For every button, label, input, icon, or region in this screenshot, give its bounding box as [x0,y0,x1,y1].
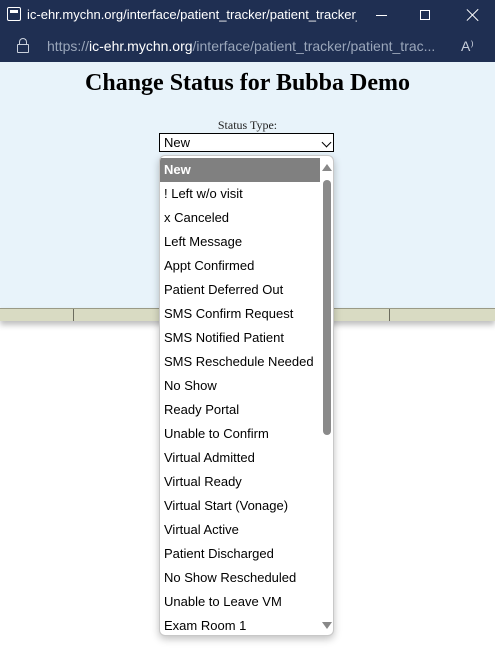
status-type-label: Status Type: [217,118,278,132]
url-path: /interface/patient_tracker/patient_trac.… [192,38,436,54]
dropdown-option[interactable]: Patient Discharged [160,542,320,566]
maximize-icon [420,10,430,20]
window-title-bar: ic-ehr.mychn.org/interface/patient_track… [0,0,495,30]
url-field[interactable]: https://ic-ehr.mychn.org/interface/patie… [47,37,442,55]
scroll-down-icon[interactable] [322,622,332,629]
minimize-icon [375,14,387,16]
url-host: ic-ehr.mychn.org [89,38,193,54]
chevron-down-icon [321,137,332,148]
address-bar: https://ic-ehr.mychn.org/interface/patie… [0,30,495,62]
dropdown-option[interactable]: No Show [160,374,320,398]
maximize-button[interactable] [403,0,447,30]
dropdown-option[interactable]: ! Left w/o visit [160,182,320,206]
dropdown-option[interactable]: Exam Room 1 [160,614,320,635]
dropdown-option[interactable]: Virtual Admitted [160,446,320,470]
dropdown-option[interactable]: Left Message [160,230,320,254]
dropdown-option[interactable]: Appt Confirmed [160,254,320,278]
window-icon [7,7,21,21]
dropdown-option[interactable]: Patient Deferred Out [160,278,320,302]
dropdown-option[interactable]: Virtual Ready [160,470,320,494]
close-button[interactable] [451,0,495,30]
dropdown-option[interactable]: Unable to Leave VM [160,590,320,614]
minimize-button[interactable] [359,0,403,30]
dropdown-option[interactable]: SMS Confirm Request [160,302,320,326]
dropdown-option[interactable]: New [160,158,320,182]
dropdown-option[interactable]: Virtual Start (Vonage) [160,494,320,518]
lock-icon[interactable] [17,38,29,53]
url-scheme: https:// [47,38,90,54]
status-type-value: New [164,135,191,150]
dropdown-option[interactable]: Unable to Confirm [160,422,320,446]
read-aloud-icon[interactable]: A⁾ [461,38,474,55]
close-icon [467,9,479,21]
dropdown-option[interactable]: No Show Rescheduled [160,566,320,590]
page-title: Change Status for Bubba Demo [85,70,410,96]
window-title: ic-ehr.mychn.org/interface/patient_track… [27,7,357,22]
dropdown-option[interactable]: Ready Portal [160,398,320,422]
dropdown-option[interactable]: SMS Notified Patient [160,326,320,350]
scroll-up-icon[interactable] [322,164,332,171]
dropdown-option[interactable]: Virtual Active [160,518,320,542]
status-type-select[interactable]: New [159,133,334,152]
dropdown-scrollbar-thumb[interactable] [323,180,331,435]
dropdown-option[interactable]: x Canceled [160,206,320,230]
status-type-dropdown[interactable]: New! Left w/o visit x Canceled Left Messag… [159,155,334,636]
dropdown-option[interactable]: SMS Reschedule Needed [160,350,320,374]
